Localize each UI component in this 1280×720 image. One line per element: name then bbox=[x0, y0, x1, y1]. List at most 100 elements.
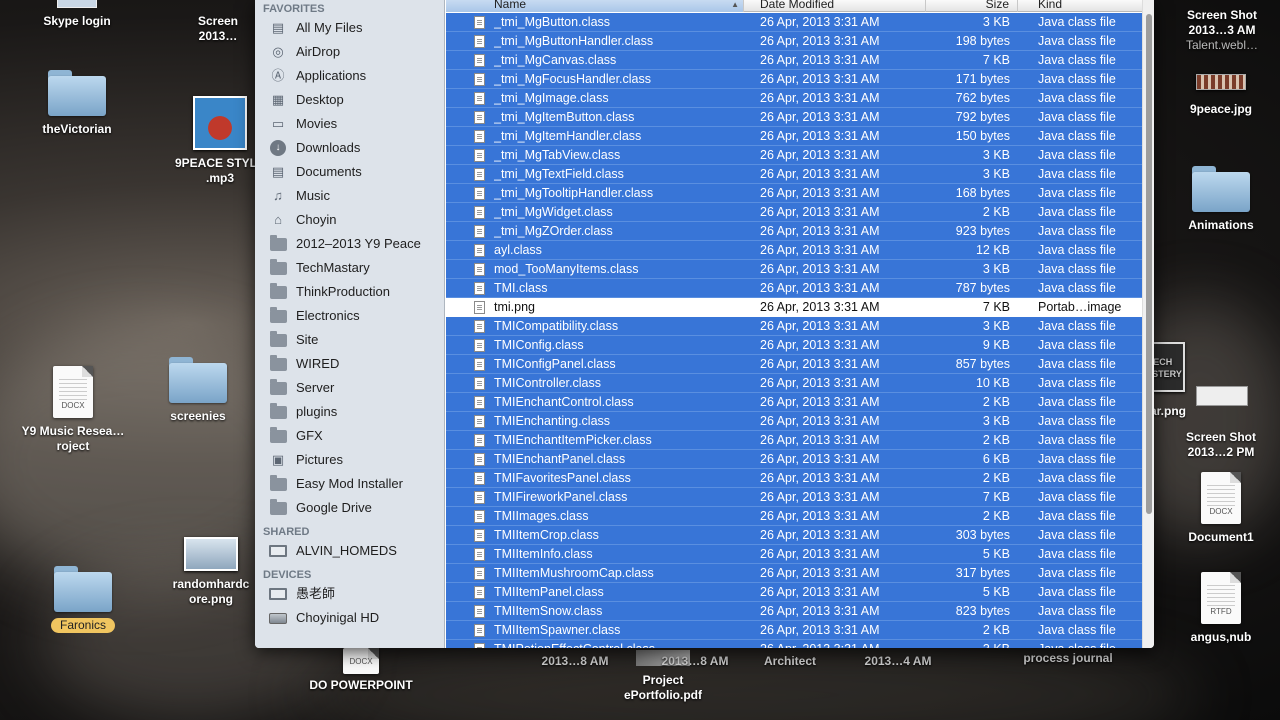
file-row[interactable]: TMIItemInfo.class 26 Apr, 2013 3:31 AM 5 K… bbox=[446, 545, 1142, 564]
sidebar-item-applications[interactable]: Ⓐ Applications bbox=[255, 64, 444, 88]
sidebar-item-pictures[interactable]: ▣ Pictures bbox=[255, 448, 444, 472]
sidebar-item-alvin-homeds[interactable]: ALVIN_HOMEDS bbox=[255, 539, 444, 563]
sidebar-item-[interactable]: 愚老師 bbox=[255, 582, 444, 606]
desktop-icon-skype-login[interactable]: Skype login bbox=[22, 0, 132, 29]
file-row[interactable]: TMIEnchantPanel.class 26 Apr, 2013 3:31 A… bbox=[446, 450, 1142, 469]
file-row[interactable]: _tmi_MgTooltipHandler.class 26 Apr, 2013 … bbox=[446, 184, 1142, 203]
scrollbar-thumb[interactable] bbox=[1146, 14, 1152, 514]
file-row[interactable]: _tmi_MgCanvas.class 26 Apr, 2013 3:31 AM 7… bbox=[446, 51, 1142, 70]
file-row[interactable]: _tmi_MgItemButton.class 26 Apr, 2013 3:31… bbox=[446, 108, 1142, 127]
file-kind: Java class file bbox=[1038, 509, 1116, 523]
file-row[interactable]: _tmi_MgButton.class 26 Apr, 2013 3:31 AM 3… bbox=[446, 13, 1142, 32]
finder-sidebar[interactable]: FAVORITES ▤ All My Files ◎ AirDrop Ⓐ Applicat… bbox=[255, 0, 445, 648]
file-row[interactable]: TMIFireworkPanel.class 26 Apr, 2013 3:31 … bbox=[446, 488, 1142, 507]
sidebar-item-downloads[interactable]: ↓ Downloads bbox=[255, 136, 444, 160]
sidebar-item-all-my-files[interactable]: ▤ All My Files bbox=[255, 16, 444, 40]
vertical-scrollbar[interactable] bbox=[1142, 0, 1154, 648]
file-kind: Java class file bbox=[1038, 15, 1116, 29]
file-row[interactable]: TMIItemMushroomCap.class 26 Apr, 2013 3:3… bbox=[446, 564, 1142, 583]
sidebar-item-google-drive[interactable]: Google Drive bbox=[255, 496, 444, 520]
file-row[interactable]: ayl.class 26 Apr, 2013 3:31 AM 12 KB Java c… bbox=[446, 241, 1142, 260]
sidebar-item-gfx[interactable]: GFX bbox=[255, 424, 444, 448]
desktop-icon-thevictorian[interactable]: theVictorian bbox=[22, 70, 132, 137]
desktop-icon-do-powerpoint[interactable]: DOCX DO POWERPOINT bbox=[306, 648, 416, 693]
sidebar-item-music[interactable]: ♫ Music bbox=[255, 184, 444, 208]
sidebar-item-easy-mod-installer[interactable]: Easy Mod Installer bbox=[255, 472, 444, 496]
sidebar-item-thinkproduction[interactable]: ThinkProduction bbox=[255, 280, 444, 304]
file-date-modified: 26 Apr, 2013 3:31 AM bbox=[760, 300, 880, 314]
sidebar-item-desktop[interactable]: ▦ Desktop bbox=[255, 88, 444, 112]
column-header-size[interactable]: Size bbox=[926, 0, 1018, 12]
sidebar-item-server[interactable]: Server bbox=[255, 376, 444, 400]
file-row[interactable]: _tmi_MgImage.class 26 Apr, 2013 3:31 AM 76… bbox=[446, 89, 1142, 108]
file-row[interactable]: TMIItemSpawner.class 26 Apr, 2013 3:31 AM… bbox=[446, 621, 1142, 640]
file-list[interactable]: Name ▲ Date Modified Size Kind _tmi_MgBu… bbox=[446, 0, 1142, 648]
sidebar-item-electronics[interactable]: Electronics bbox=[255, 304, 444, 328]
sidebar-item-choyinigal-hd[interactable]: Choyinigal HD bbox=[255, 606, 444, 630]
desktop-icon-angus-nub[interactable]: RTFD angus,nub bbox=[1166, 572, 1276, 645]
file-row[interactable]: TMIEnchantControl.class 26 Apr, 2013 3:31… bbox=[446, 393, 1142, 412]
document-file-icon bbox=[474, 16, 485, 29]
column-header-name[interactable]: Name ▲ bbox=[446, 0, 744, 12]
desktop-icon-screen-shot-2pm[interactable]: Screen Shot 2013…2 PM bbox=[1166, 430, 1276, 460]
desktop-icon-screenies[interactable]: screenies bbox=[143, 357, 253, 424]
file-row[interactable]: TMI.class 26 Apr, 2013 3:31 AM 787 bytes Ja… bbox=[446, 279, 1142, 298]
file-row[interactable]: TMIFavoritesPanel.class 26 Apr, 2013 3:31… bbox=[446, 469, 1142, 488]
file-name: TMIEnchantPanel.class bbox=[494, 452, 626, 466]
file-row[interactable]: TMIEnchantItemPicker.class 26 Apr, 2013 3… bbox=[446, 431, 1142, 450]
sidebar-item-movies[interactable]: ▭ Movies bbox=[255, 112, 444, 136]
sidebar-item-airdrop[interactable]: ◎ AirDrop bbox=[255, 40, 444, 64]
desktop-icon-document1[interactable]: DOCX Document1 bbox=[1166, 472, 1276, 545]
desktop-icon-label: Architect bbox=[763, 654, 816, 668]
desktop-icon-faronics[interactable]: Faronics bbox=[28, 566, 138, 633]
file-row[interactable]: _tmi_MgItemHandler.class 26 Apr, 2013 3:3… bbox=[446, 127, 1142, 146]
finder-window[interactable]: FAVORITES ▤ All My Files ◎ AirDrop Ⓐ Applicat… bbox=[255, 0, 1154, 648]
desktop-icon-animations[interactable]: Animations bbox=[1166, 166, 1276, 233]
file-row[interactable]: _tmi_MgZOrder.class 26 Apr, 2013 3:31 AM 9… bbox=[446, 222, 1142, 241]
file-date-modified: 26 Apr, 2013 3:31 AM bbox=[760, 414, 880, 428]
desktop-icon-y9-research[interactable]: DOCX Y9 Music Resea…roject bbox=[18, 366, 128, 454]
file-row[interactable]: TMICompatibility.class 26 Apr, 2013 3:31 … bbox=[446, 317, 1142, 336]
sidebar-item-wired[interactable]: WIRED bbox=[255, 352, 444, 376]
file-row[interactable]: _tmi_MgTabView.class 26 Apr, 2013 3:31 AM… bbox=[446, 146, 1142, 165]
file-kind: Java class file bbox=[1038, 452, 1116, 466]
sidebar-item-techmastary[interactable]: TechMastary bbox=[255, 256, 444, 280]
sidebar-item-label: Music bbox=[296, 188, 330, 203]
file-row[interactable]: TMIImages.class 26 Apr, 2013 3:31 AM 2 KB J… bbox=[446, 507, 1142, 526]
file-row[interactable]: TMIItemPanel.class 26 Apr, 2013 3:31 AM 5 … bbox=[446, 583, 1142, 602]
file-row[interactable]: TMIController.class 26 Apr, 2013 3:31 AM 1… bbox=[446, 374, 1142, 393]
sidebar-section-favorites: FAVORITES bbox=[263, 3, 325, 15]
file-row[interactable]: tmi.png 26 Apr, 2013 3:31 AM 7 KB Portab…im… bbox=[446, 298, 1142, 317]
sidebar-item-2012-2013-y9-peace[interactable]: 2012–2013 Y9 Peace bbox=[255, 232, 444, 256]
sidebar-item-choyin[interactable]: ⌂ Choyin bbox=[255, 208, 444, 232]
document-file-icon bbox=[474, 624, 485, 637]
document-file-icon bbox=[474, 586, 485, 599]
file-row[interactable]: _tmi_MgButtonHandler.class 26 Apr, 2013 3… bbox=[446, 32, 1142, 51]
file-row[interactable]: TMIItemSnow.class 26 Apr, 2013 3:31 AM 823… bbox=[446, 602, 1142, 621]
sidebar-item-plugins[interactable]: plugins bbox=[255, 400, 444, 424]
column-header-kind[interactable]: Kind bbox=[1018, 0, 1142, 12]
sidebar-item-site[interactable]: Site bbox=[255, 328, 444, 352]
sidebar-item-documents[interactable]: ▤ Documents bbox=[255, 160, 444, 184]
desktop-icon-screen-thumb[interactable] bbox=[1196, 386, 1248, 412]
file-row[interactable]: _tmi_MgWidget.class 26 Apr, 2013 3:31 AM 2… bbox=[446, 203, 1142, 222]
desktop-icon-talent[interactable]: Talent.webl… bbox=[1167, 38, 1277, 53]
file-kind: Java class file bbox=[1038, 623, 1116, 637]
desktop-icon-randomhardcore-png[interactable]: randomhardc ore.png bbox=[156, 537, 266, 607]
column-header-date-modified[interactable]: Date Modified bbox=[744, 0, 926, 12]
file-row[interactable]: _tmi_MgFocusHandler.class 26 Apr, 2013 3:… bbox=[446, 70, 1142, 89]
file-row[interactable]: _tmi_MgTextField.class 26 Apr, 2013 3:31 … bbox=[446, 165, 1142, 184]
file-row[interactable]: mod_TooManyItems.class 26 Apr, 2013 3:31 … bbox=[446, 260, 1142, 279]
docx-file-icon: DOCX bbox=[53, 366, 93, 418]
file-row[interactable]: TMIConfig.class 26 Apr, 2013 3:31 AM 9 KB J… bbox=[446, 336, 1142, 355]
file-kind: Java class file bbox=[1038, 338, 1116, 352]
desktop-icon-9peace-jpg[interactable]: 9peace.jpg bbox=[1166, 74, 1276, 117]
file-row[interactable]: TMIEnchanting.class 26 Apr, 2013 3:31 AM 3… bbox=[446, 412, 1142, 431]
desktop-icon-screen-shot[interactable]: Screen 2013… bbox=[178, 14, 258, 44]
desktop-icon-screen-shot-right[interactable]: Screen Shot 2013…3 AM bbox=[1167, 8, 1277, 38]
file-row[interactable]: TMIPotionEffectControl.class 26 Apr, 2013… bbox=[446, 640, 1142, 648]
file-row[interactable]: TMIConfigPanel.class 26 Apr, 2013 3:31 AM… bbox=[446, 355, 1142, 374]
file-row[interactable]: TMIItemCrop.class 26 Apr, 2013 3:31 AM 303… bbox=[446, 526, 1142, 545]
file-size: 3 KB bbox=[982, 15, 1010, 29]
desktop-icon-label: Screen 2013… bbox=[197, 14, 239, 43]
